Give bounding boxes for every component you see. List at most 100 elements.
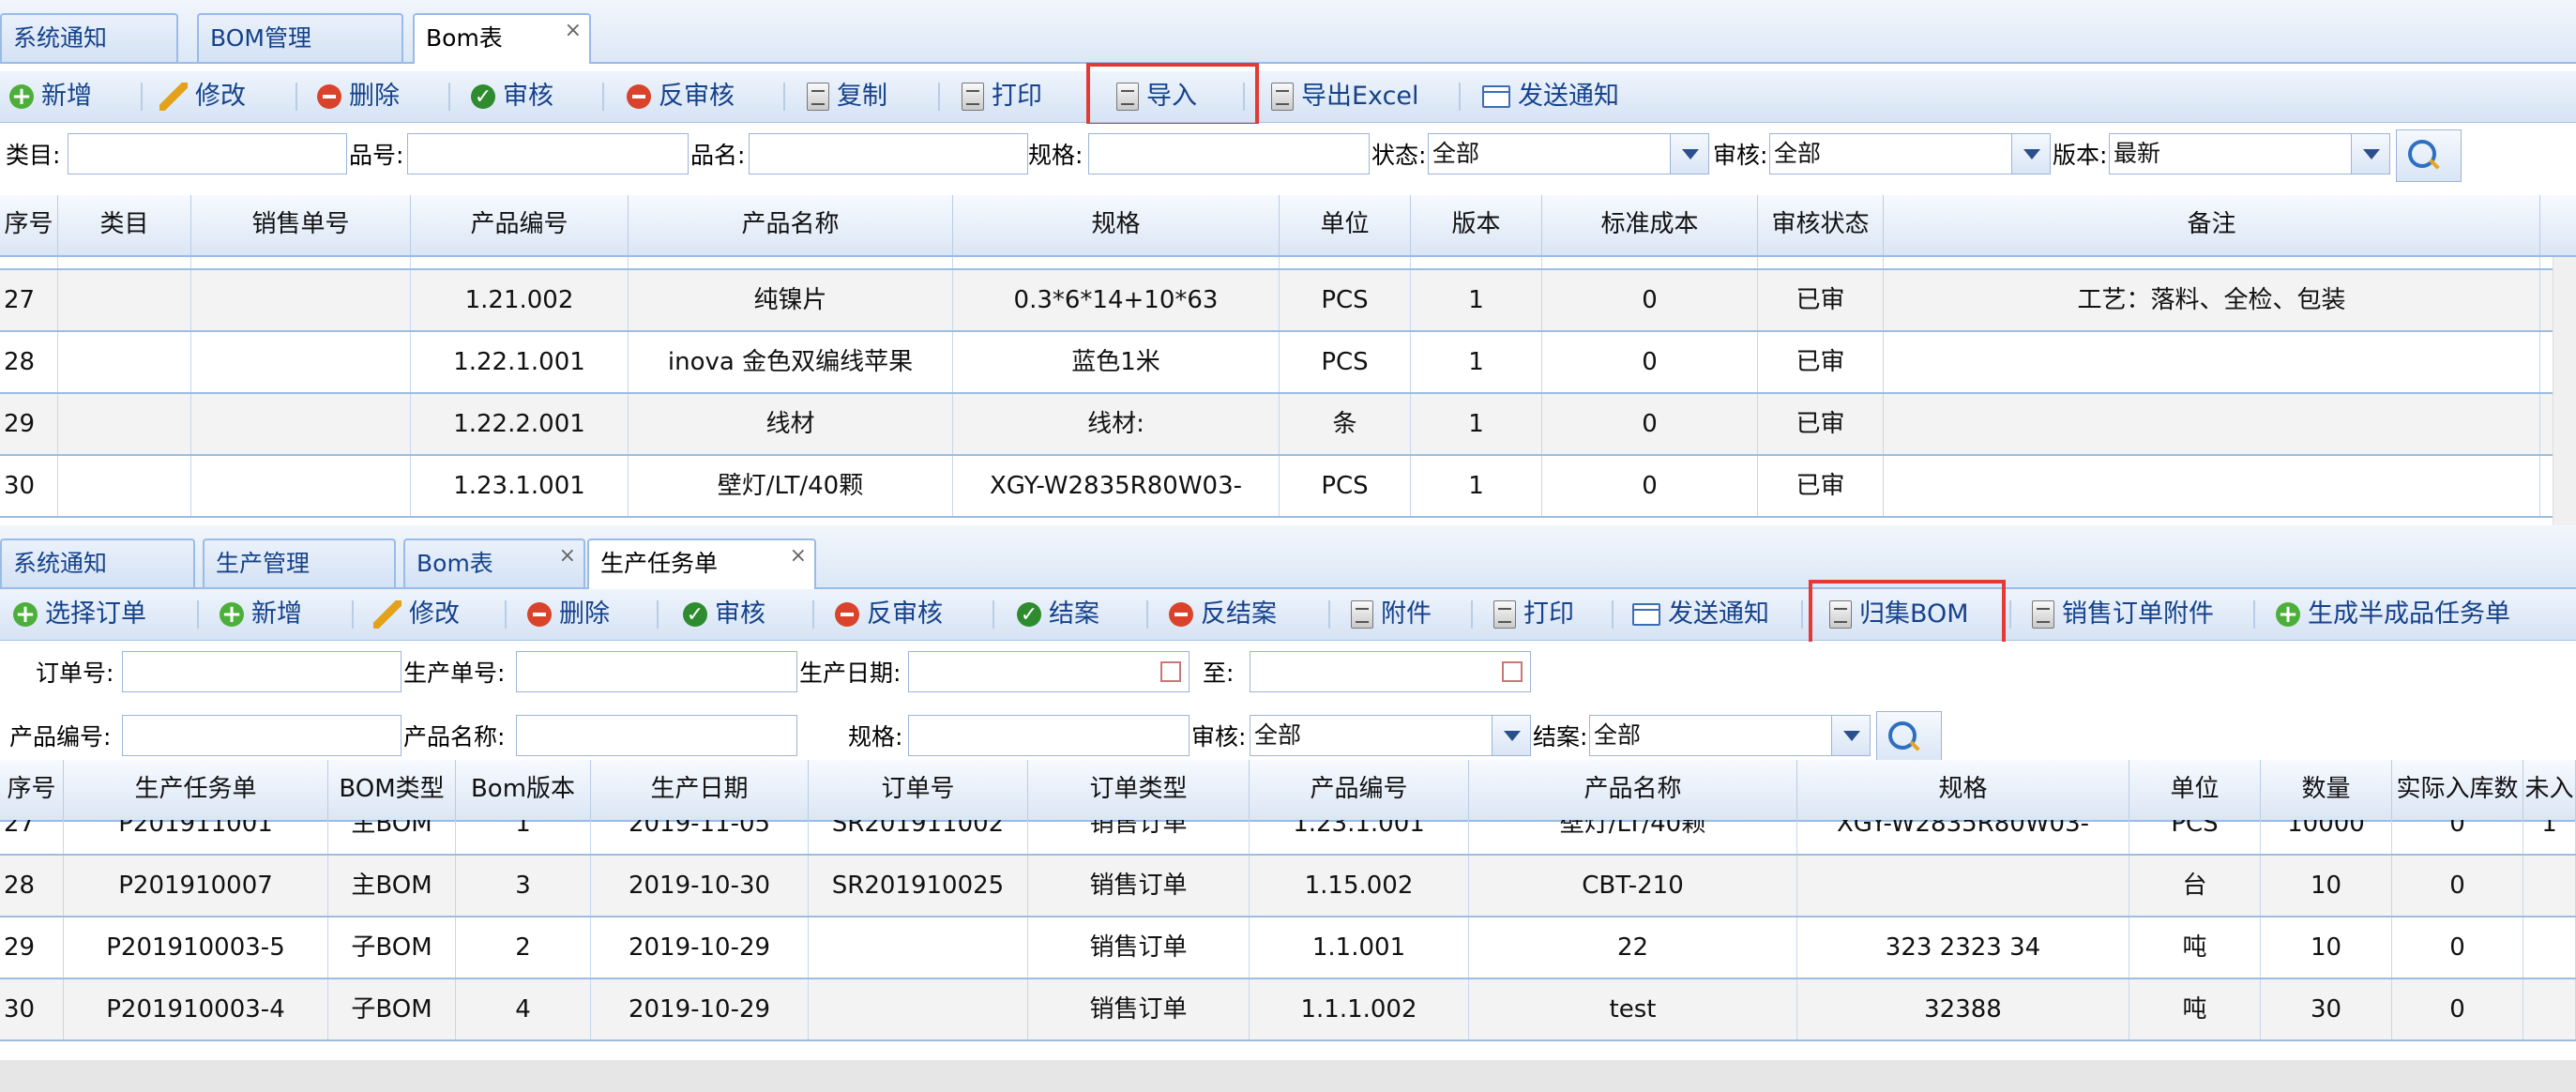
close-icon[interactable]: ×	[790, 533, 807, 580]
table-row[interactable]: 26 1.21.001钢镍焊接片20.3*25*14*13*14.5PCS10已审	[0, 257, 2576, 270]
column-header[interactable]: 序号	[0, 195, 58, 255]
column-header[interactable]: 生产日期	[591, 760, 809, 820]
table-row[interactable]: 29 1.22.2.001 线材 线材: 条 1 0 已审	[0, 394, 2576, 456]
audit-select[interactable]: 全部	[1769, 133, 2051, 174]
column-header[interactable]: 产品名称	[629, 195, 953, 255]
search-button[interactable]	[2396, 129, 2462, 182]
chevron-down-icon[interactable]	[1492, 716, 1530, 755]
column-header[interactable]: 单位	[2129, 760, 2261, 820]
unapprove-button[interactable]: 反审核	[835, 595, 943, 634]
attachment-button[interactable]: 附件	[1351, 595, 1432, 634]
tab-bom-management[interactable]: BOM管理	[197, 13, 403, 62]
table-row[interactable]: 28 1.22.1.001 inova 金色双编线苹果 蓝色1米 PCS 1 0 已审	[0, 332, 2576, 394]
search-button[interactable]	[1876, 711, 1942, 764]
chevron-down-icon[interactable]	[2351, 134, 2389, 174]
print-button[interactable]: 打印	[1493, 595, 1574, 634]
generate-semi-task-button[interactable]: 生成半成品任务单	[2276, 595, 2510, 634]
column-header[interactable]: 销售单号	[191, 195, 411, 255]
table-row[interactable]: 30 1.23.1.001 壁灯/LT/40颗 XGY-W2835R80W03- PCS…	[0, 456, 2576, 518]
product-name-input[interactable]	[516, 715, 797, 756]
column-header[interactable]: 单位	[1280, 195, 1411, 255]
table-cell: 0.3*25*14*13*14.5	[953, 257, 1280, 268]
column-header[interactable]: Bom版本	[456, 760, 591, 820]
print-button[interactable]: 打印	[962, 77, 1042, 116]
tab-production-management[interactable]: 生产管理	[203, 538, 396, 587]
export-excel-button[interactable]: 导出Excel	[1271, 77, 1419, 116]
column-header[interactable]: 产品编号	[411, 195, 629, 255]
delete-button[interactable]: 删除	[317, 77, 400, 116]
table-cell	[1884, 456, 2540, 516]
category-input[interactable]	[68, 133, 347, 174]
column-header[interactable]: 版本	[1411, 195, 1542, 255]
product-code-input[interactable]	[122, 715, 402, 756]
copy-button[interactable]: 复制	[807, 77, 887, 116]
spec-input[interactable]	[1088, 133, 1370, 174]
unapprove-button[interactable]: 反审核	[627, 77, 735, 116]
edit-button[interactable]: 修改	[373, 595, 460, 634]
table-row[interactable]: 27 1.21.002 纯镍片 0.3*6*14+10*63 PCS 1 0 已审 工艺：落料、…	[0, 270, 2576, 332]
column-header[interactable]: 标准成本	[1542, 195, 1758, 255]
production-panel: 系统通知 生产管理 Bom表× 生产任务单× 选择订单 新增 修改 删除 审核 …	[0, 525, 2576, 1060]
close-icon[interactable]: ×	[565, 8, 582, 54]
column-header[interactable]: 备注	[1884, 195, 2540, 255]
close-case-button[interactable]: 结案	[1017, 595, 1099, 635]
column-header[interactable]: 类目	[58, 195, 191, 255]
status-select[interactable]: 全部	[1428, 133, 1709, 174]
table-row[interactable]: 29 P201910003-5 子BOM 2 2019-10-29 销售订单 1.1.001…	[0, 918, 2576, 979]
edit-button[interactable]: 修改	[159, 77, 246, 116]
tab-production-task[interactable]: 生产任务单 ×	[587, 538, 816, 589]
column-header[interactable]: 产品名称	[1469, 760, 1797, 820]
table-row[interactable]: 27 P201911001 主BOM 1 2019-11-05 SR201911002 销售…	[0, 820, 2576, 856]
button-label: 打印	[992, 82, 1042, 111]
table-row[interactable]: 28 P201910007 主BOM 3 2019-10-30 SR201910025 销售…	[0, 856, 2576, 918]
audit-select[interactable]: 全部	[1250, 715, 1531, 756]
chevron-down-icon[interactable]	[1831, 716, 1870, 755]
approve-button[interactable]: 审核	[683, 595, 765, 635]
table-row[interactable]: 30 P201910003-4 子BOM 4 2019-10-29 销售订单 1.1.1.0…	[0, 979, 2576, 1041]
sales-order-attachment-button[interactable]: 销售订单附件	[2032, 595, 2214, 634]
separator	[1612, 600, 1614, 629]
column-header[interactable]: 规格	[1797, 760, 2129, 820]
send-notice-button[interactable]: 发送通知	[1632, 595, 1769, 634]
add-button[interactable]: 新增	[220, 595, 302, 634]
vertical-scrollbar[interactable]	[2553, 257, 2576, 525]
column-header[interactable]: 生产任务单	[64, 760, 328, 820]
select-order-button[interactable]: 选择订单	[13, 595, 146, 634]
column-header[interactable]: 序号	[0, 760, 64, 820]
tab-bom-table[interactable]: Bom表 ×	[403, 538, 585, 587]
close-icon[interactable]: ×	[559, 533, 576, 580]
add-button[interactable]: 新增	[9, 77, 92, 116]
tab-system-notice[interactable]: 系统通知	[0, 13, 178, 62]
send-notice-button[interactable]: 发送通知	[1482, 77, 1619, 116]
column-header[interactable]: 审核状态	[1758, 195, 1884, 255]
tab-bom-table[interactable]: Bom表 ×	[413, 13, 591, 64]
prod-no-input[interactable]	[516, 651, 797, 692]
column-header[interactable]: 产品编号	[1250, 760, 1469, 820]
order-no-input[interactable]	[122, 651, 402, 692]
calendar-icon[interactable]	[1502, 661, 1523, 682]
column-header[interactable]: 未入	[2523, 760, 2576, 820]
prod-date-from[interactable]	[908, 651, 1190, 692]
column-header[interactable]: BOM类型	[328, 760, 456, 820]
column-header[interactable]: 规格	[953, 195, 1280, 255]
printer-icon	[1493, 600, 1516, 629]
delete-button[interactable]: 删除	[527, 595, 610, 634]
column-header[interactable]: 实际入库数	[2392, 760, 2523, 820]
column-header[interactable]: 数量	[2261, 760, 2392, 820]
reopen-case-button[interactable]: 反结案	[1169, 595, 1277, 634]
chevron-down-icon[interactable]	[2011, 134, 2050, 174]
prod-date-to[interactable]	[1250, 651, 1531, 692]
spec-input[interactable]	[908, 715, 1190, 756]
code-input[interactable]	[407, 133, 689, 174]
minus-icon	[627, 84, 651, 109]
tab-system-notice[interactable]: 系统通知	[0, 538, 195, 587]
approve-button[interactable]: 审核	[471, 77, 553, 117]
calendar-icon[interactable]	[1160, 661, 1181, 682]
column-header[interactable]: 订单号	[809, 760, 1028, 820]
version-select[interactable]: 最新	[2109, 133, 2390, 174]
column-header[interactable]: 订单类型	[1028, 760, 1250, 820]
table-cell: 子BOM	[328, 979, 456, 1039]
chevron-down-icon[interactable]	[1670, 134, 1708, 174]
close-select[interactable]: 全部	[1589, 715, 1871, 756]
name-input[interactable]	[749, 133, 1028, 174]
